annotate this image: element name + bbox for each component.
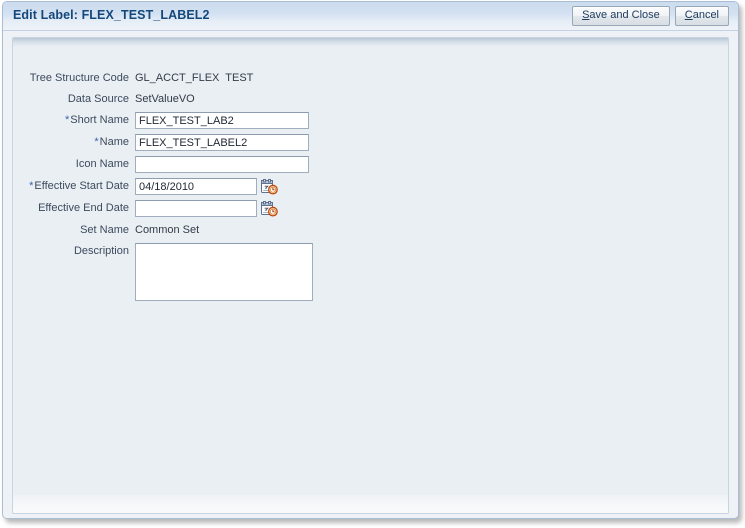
short-name-label-text: Short Name xyxy=(70,114,129,126)
effective-start-date-label-text: Effective Start Date xyxy=(34,180,129,192)
field-row-description: Description xyxy=(13,243,728,301)
set-name-label: Set Name xyxy=(80,224,129,236)
save-and-close-label: ave and Close xyxy=(589,9,660,21)
name-label-text: Name xyxy=(99,136,129,148)
effective-start-date-input[interactable] xyxy=(135,178,257,195)
icon-name-label: Icon Name xyxy=(75,158,129,170)
short-name-input[interactable] xyxy=(135,112,309,129)
description-textarea[interactable] xyxy=(135,243,313,301)
effective-start-date-required-marker: * xyxy=(29,180,34,192)
tree-structure-code-value: GL_ACCT_FLEX TEST xyxy=(135,72,254,84)
calendar-clock-icon[interactable] xyxy=(261,178,278,195)
data-source-label: Data Source xyxy=(67,93,129,105)
save-and-close-button[interactable]: Save and Close xyxy=(572,6,670,26)
field-row-tree-structure-code: Tree Structure Code GL_ACCT_FLEX TEST xyxy=(13,70,728,88)
dialog-action-buttons: Save and Close Cancel xyxy=(572,6,729,26)
icon-name-input[interactable] xyxy=(135,156,309,173)
edit-label-form: Tree Structure Code GL_ACCT_FLEX TEST Da… xyxy=(13,70,728,305)
name-label: *Name xyxy=(13,134,135,151)
short-name-required-marker: * xyxy=(65,114,70,126)
effective-end-date-control xyxy=(135,200,278,217)
tree-structure-code-label: Tree Structure Code xyxy=(29,72,129,84)
description-label: Description xyxy=(73,245,129,257)
cancel-accelerator: C xyxy=(684,9,693,21)
effective-end-date-label: Effective End Date xyxy=(38,202,129,214)
name-input[interactable] xyxy=(135,134,309,151)
field-row-short-name: *Short Name xyxy=(13,112,728,130)
data-source-value: SetValueVO xyxy=(135,93,195,105)
field-row-effective-end-date: Effective End Date xyxy=(13,200,728,218)
field-row-data-source: Data Source SetValueVO xyxy=(13,91,728,109)
cancel-button[interactable]: Cancel xyxy=(674,6,729,26)
field-row-set-name: Set Name Common Set xyxy=(13,222,728,240)
name-required-marker: * xyxy=(94,136,99,148)
calendar-clock-icon[interactable] xyxy=(261,200,278,217)
set-name-value: Common Set xyxy=(135,224,200,236)
short-name-label: *Short Name xyxy=(13,112,135,129)
effective-start-date-label: *Effective Start Date xyxy=(13,178,135,195)
field-row-effective-start-date: *Effective Start Date xyxy=(13,178,728,196)
cancel-label: ancel xyxy=(692,9,719,21)
field-row-name: *Name xyxy=(13,134,728,152)
dialog-content: Tree Structure Code GL_ACCT_FLEX TEST Da… xyxy=(3,31,738,518)
edit-label-dialog: Edit Label: FLEX_TEST_LABEL2 Save and Cl… xyxy=(2,1,739,519)
field-row-icon-name: Icon Name xyxy=(13,156,728,174)
effective-end-date-input[interactable] xyxy=(135,200,257,217)
dialog-titlebar: Edit Label: FLEX_TEST_LABEL2 Save and Cl… xyxy=(3,2,738,31)
page-title: Edit Label: FLEX_TEST_LABEL2 xyxy=(13,8,210,22)
form-panel: Tree Structure Code GL_ACCT_FLEX TEST Da… xyxy=(12,37,729,514)
effective-start-date-control xyxy=(135,178,278,195)
